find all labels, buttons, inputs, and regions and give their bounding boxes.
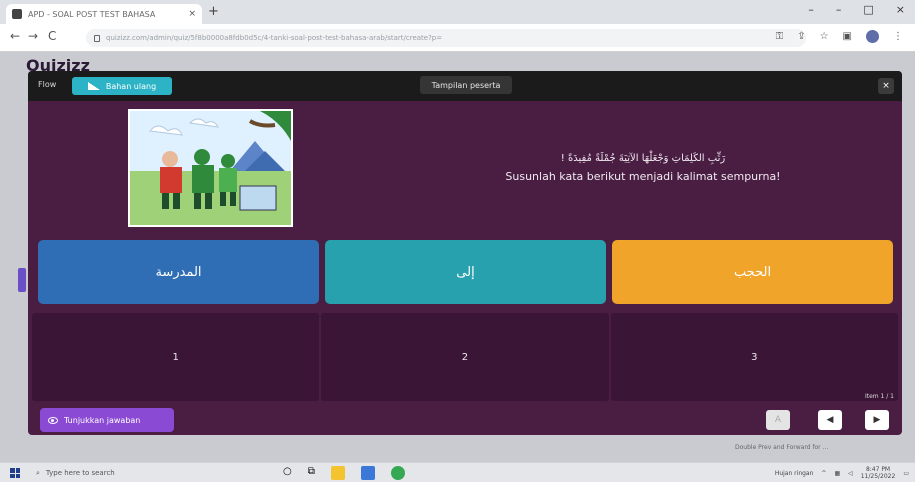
- previous-button[interactable]: ◀: [818, 410, 842, 430]
- answer-slot-3[interactable]: 3: [610, 313, 898, 401]
- window-minimize-button[interactable]: –: [836, 3, 842, 16]
- task-view-icon[interactable]: ⧉: [308, 466, 315, 480]
- window-controls: – – □ ×: [808, 3, 905, 16]
- answer-slots: 1 2 3: [32, 313, 898, 401]
- browser-toolbar: ← → C quizizz.com/admin/quiz/5f8b0000a8f…: [0, 24, 915, 52]
- lock-icon: [94, 34, 100, 42]
- tab-close-icon[interactable]: ×: [188, 9, 196, 19]
- question-latin: Susunlah kata berikut menjadi kalimat se…: [505, 170, 781, 183]
- kids-illustration: [130, 111, 291, 225]
- chart-icon: [87, 82, 100, 90]
- clock[interactable]: 8:47 PM 11/25/2022: [861, 466, 896, 480]
- windows-start-icon[interactable]: [10, 468, 20, 478]
- share-icon[interactable]: ⇪: [797, 31, 805, 42]
- windows-taskbar: ⌕ Type here to search ○ ⧉ Hujan ringan ^…: [0, 462, 915, 482]
- toggle-button[interactable]: A: [766, 410, 790, 430]
- search-icon: ⌕: [36, 468, 40, 477]
- mail-icon[interactable]: [360, 466, 375, 480]
- tab-label: Bahan ulang: [105, 81, 157, 91]
- question-arabic: رَتِّبِ الكَلِمَاتِ وَجْعَلْهَا الآتِيَة…: [560, 153, 726, 164]
- bookmark-star-icon[interactable]: ☆: [820, 31, 829, 42]
- show-answer-button[interactable]: Tunjukkan jawaban: [40, 408, 174, 432]
- close-modal-button[interactable]: ×: [878, 78, 894, 94]
- next-button[interactable]: ▶: [865, 410, 889, 430]
- clock-time: 8:47 PM: [865, 466, 891, 473]
- eye-icon: [48, 416, 58, 424]
- taskbar-apps: ○ ⧉: [283, 466, 405, 480]
- browser-tabstrip: APD - SOAL POST TEST BAHASA × + – – □ ×: [0, 0, 915, 24]
- search-placeholder: Type here to search: [45, 469, 115, 477]
- browser-tab[interactable]: APD - SOAL POST TEST BAHASA ×: [6, 4, 202, 24]
- toolbar-icons: ⚿ ⇪ ☆ ▣ ⋮: [776, 30, 903, 43]
- keyboard-hint: Double Prev and Forward for ...: [735, 444, 829, 451]
- question-text: رَتِّبِ الكَلِمَاتِ وَجْعَلْهَا الآتِيَة…: [378, 153, 902, 183]
- chrome-icon[interactable]: [390, 466, 405, 480]
- background-purple-element: [18, 268, 26, 292]
- window-maximize-button[interactable]: □: [863, 3, 873, 16]
- new-tab-button[interactable]: +: [208, 4, 219, 20]
- window-menu-icon[interactable]: –: [808, 3, 814, 16]
- flow-label[interactable]: Flow: [38, 80, 56, 89]
- option-2[interactable]: إلى: [325, 240, 606, 304]
- key-icon[interactable]: ⚿: [776, 31, 784, 42]
- volume-icon[interactable]: ◁: [848, 470, 853, 477]
- clock-date: 11/25/2022: [860, 473, 896, 480]
- system-tray: Hujan ringan ^ ▦ ◁ 8:47 PM 11/25/2022 ▭: [775, 466, 909, 480]
- participant-view-label[interactable]: Tampilan peserta: [420, 76, 512, 94]
- tab-title: APD - SOAL POST TEST BAHASA: [28, 9, 156, 19]
- tab-bahan-ulang[interactable]: Bahan ulang: [72, 77, 172, 95]
- taskbar-search[interactable]: ⌕ Type here to search: [36, 465, 266, 481]
- extensions-icon[interactable]: ▣: [843, 31, 852, 42]
- kebab-menu-icon[interactable]: ⋮: [893, 31, 903, 42]
- answer-slot-1[interactable]: 1: [32, 313, 320, 401]
- address-bar[interactable]: quizizz.com/admin/quiz/5f8b0000a8fdb0d5c…: [86, 29, 806, 47]
- question-image: [128, 109, 293, 227]
- option-3[interactable]: الحجب: [612, 240, 893, 304]
- cortana-icon[interactable]: ○: [283, 466, 292, 480]
- preview-modal: Flow Bahan ulang Tampilan peserta × رَتِ…: [28, 71, 902, 435]
- notification-icon[interactable]: ▭: [903, 470, 909, 477]
- reload-button[interactable]: C: [48, 29, 56, 43]
- show-answer-label: Tunjukkan jawaban: [64, 415, 141, 425]
- file-explorer-icon[interactable]: [330, 466, 345, 480]
- item-indicator: Item 1 / 1: [864, 393, 894, 400]
- modal-header: Flow Bahan ulang Tampilan peserta ×: [28, 71, 902, 101]
- forward-button[interactable]: →: [28, 29, 38, 43]
- url-text: quizizz.com/admin/quiz/5f8b0000a8fdb0d5c…: [106, 34, 443, 42]
- back-button[interactable]: ←: [10, 29, 20, 43]
- answer-slot-2[interactable]: 2: [321, 313, 609, 401]
- quizizz-favicon-icon: [12, 9, 22, 19]
- window-close-button[interactable]: ×: [896, 3, 905, 16]
- chevron-up-icon[interactable]: ^: [821, 470, 826, 477]
- weather-text[interactable]: Hujan ringan: [775, 470, 814, 477]
- option-1[interactable]: المدرسة: [38, 240, 319, 304]
- profile-avatar[interactable]: [866, 30, 879, 43]
- network-icon[interactable]: ▦: [834, 470, 840, 477]
